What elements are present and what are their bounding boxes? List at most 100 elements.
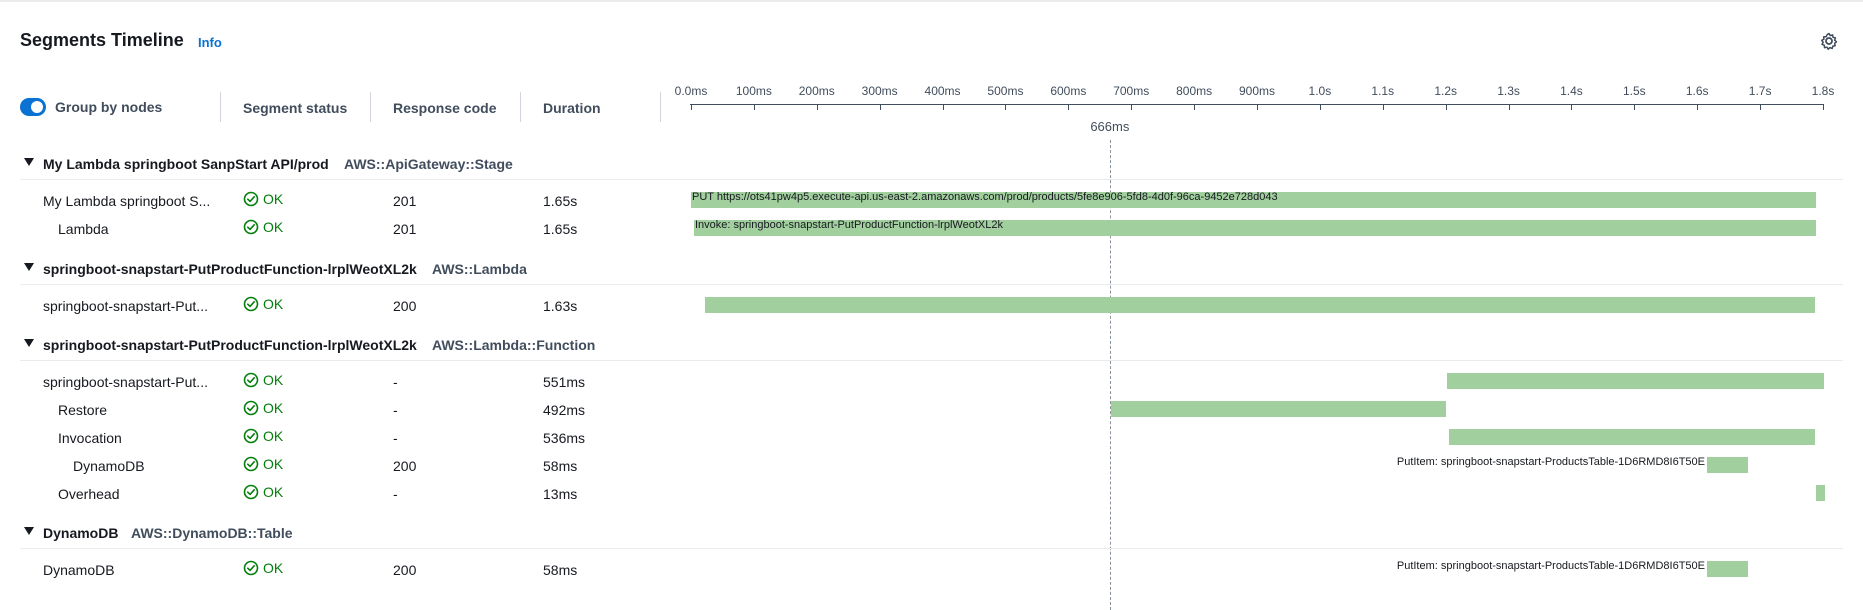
segment-status: OK <box>243 484 283 500</box>
timeline-bar[interactable] <box>1707 561 1748 577</box>
cursor-time-label: 666ms <box>1090 119 1130 134</box>
timeline-bar-label: Invoke: springboot-snapstart-PutProductF… <box>695 219 1003 231</box>
timeline-bar[interactable] <box>705 297 1815 313</box>
axis-tick <box>1194 104 1196 110</box>
caret-down-icon[interactable] <box>24 158 34 166</box>
axis-tick <box>1068 104 1070 110</box>
node-group-name: springboot-snapstart-PutProductFunction-… <box>43 337 417 353</box>
segment-status: OK <box>243 191 283 207</box>
axis-tick-label: 200ms <box>798 84 835 98</box>
segment-row[interactable]: Invocation OK - 536ms <box>0 427 1843 451</box>
segment-row[interactable]: My Lambda springboot S... OK 201 1.65s PUT h… <box>0 190 1843 214</box>
segment-name: springboot-snapstart-Put... <box>43 298 208 314</box>
node-group-type: AWS::DynamoDB::Table <box>131 525 293 541</box>
segment-duration: 492ms <box>543 402 586 418</box>
segment-row[interactable]: springboot-snapstart-Put... OK - 551ms <box>0 371 1843 395</box>
response-code: - <box>393 430 398 446</box>
response-code: 201 <box>393 193 417 209</box>
segment-row[interactable]: DynamoDB OK 200 58ms PutItem: springboot-sna… <box>0 559 1843 583</box>
node-group-type: AWS::Lambda <box>432 261 527 277</box>
segment-status: OK <box>243 296 283 312</box>
check-circle-icon <box>243 484 259 500</box>
info-link[interactable]: Info <box>198 35 222 50</box>
status-text: OK <box>263 191 284 207</box>
node-group-header[interactable]: springboot-snapstart-PutProductFunction-… <box>0 257 1843 283</box>
segment-row[interactable]: Lambda OK 201 1.65s Invoke: springboot-snaps… <box>0 218 1843 242</box>
axis-tick <box>1445 104 1447 110</box>
status-text: OK <box>263 296 284 312</box>
axis-tick-label: 300ms <box>861 84 898 98</box>
node-group-header[interactable]: My Lambda springboot SanpStart API/prod A… <box>0 152 1843 178</box>
status-text: OK <box>263 219 284 235</box>
gear-icon[interactable] <box>1819 31 1839 51</box>
segment-duration: 58ms <box>543 562 578 578</box>
status-text: OK <box>263 456 284 472</box>
segment-row[interactable]: Restore OK - 492ms <box>0 399 1843 423</box>
group-by-nodes-toggle[interactable] <box>20 98 46 116</box>
column-separator <box>220 92 221 122</box>
status-text: OK <box>263 484 284 500</box>
axis-tick <box>1571 104 1573 110</box>
group-divider <box>20 360 1843 361</box>
node-group-type: AWS::ApiGateway::Stage <box>344 156 513 172</box>
timeline-bar[interactable] <box>1111 401 1446 417</box>
response-code-header[interactable]: Response code <box>393 100 496 116</box>
segment-row[interactable]: DynamoDB OK 200 58ms PutItem: springboot-sna… <box>0 455 1843 479</box>
duration-header[interactable]: Duration <box>543 100 601 116</box>
response-code: 200 <box>393 458 417 474</box>
timeline-bar-label: PutItem: springboot-snapstart-ProductsTa… <box>1396 456 1705 468</box>
timeline-bar[interactable] <box>1816 485 1825 501</box>
axis-tick <box>1382 104 1384 110</box>
caret-down-icon[interactable] <box>24 339 34 347</box>
response-code: 200 <box>393 562 417 578</box>
segment-name: springboot-snapstart-Put... <box>43 374 208 390</box>
axis-tick <box>942 104 944 110</box>
status-text: OK <box>263 400 284 416</box>
axis-tick <box>1634 104 1636 110</box>
caret-down-icon[interactable] <box>24 263 34 271</box>
segment-row[interactable]: Overhead OK - 13ms <box>0 483 1843 507</box>
axis-tick-label: 1.1s <box>1371 84 1395 98</box>
axis-tick <box>879 104 881 110</box>
check-circle-icon <box>243 456 259 472</box>
axis-tick <box>1257 104 1258 110</box>
response-code: 201 <box>393 221 417 237</box>
response-code: 200 <box>393 298 417 314</box>
axis-tick <box>1760 104 1762 110</box>
axis-tick <box>1319 104 1321 110</box>
axis-tick-label: 800ms <box>1176 84 1213 98</box>
axis-tick-label: 700ms <box>1113 84 1150 98</box>
segment-duration: 1.65s <box>543 221 578 237</box>
segment-name: DynamoDB <box>73 458 145 474</box>
axis-tick-label: 1.0s <box>1308 84 1332 98</box>
column-separator <box>660 92 661 122</box>
timeline-bar[interactable] <box>1447 373 1824 389</box>
segment-duration: 536ms <box>543 430 586 446</box>
check-circle-icon <box>243 372 259 388</box>
response-code: - <box>393 486 398 502</box>
axis-tick <box>1697 104 1699 110</box>
node-group-header[interactable]: DynamoDB AWS::DynamoDB::Table <box>0 521 1843 547</box>
node-group-header[interactable]: springboot-snapstart-PutProductFunction-… <box>0 333 1843 359</box>
axis-tick-label: 1.7s <box>1748 84 1772 98</box>
segment-name: Invocation <box>58 430 122 446</box>
page-title: Segments Timeline <box>20 30 184 50</box>
axis-tick-label: 1.4s <box>1560 84 1583 98</box>
segment-duration: 13ms <box>543 486 578 502</box>
axis-tick <box>1005 104 1007 110</box>
timeline-bar[interactable] <box>1707 457 1748 473</box>
segment-duration: 1.63s <box>543 298 578 314</box>
status-text: OK <box>263 560 284 576</box>
axis-tick <box>816 104 818 110</box>
axis-tick-label: 0.0ms <box>674 84 708 98</box>
timeline-bar[interactable] <box>1449 429 1815 445</box>
axis-tick-label: 400ms <box>924 84 961 98</box>
axis-tick-label: 1.3s <box>1497 84 1520 98</box>
axis-tick <box>1823 104 1824 110</box>
node-group-name: springboot-snapstart-PutProductFunction-… <box>43 261 417 277</box>
segment-status-header[interactable]: Segment status <box>243 100 347 116</box>
caret-down-icon[interactable] <box>24 527 34 535</box>
segment-row[interactable]: springboot-snapstart-Put... OK 200 1.63s <box>0 295 1843 319</box>
column-separator <box>520 92 521 122</box>
timeline-bar-label: PUT https://ots41pw4p5.execute-api.us-ea… <box>692 191 1278 203</box>
